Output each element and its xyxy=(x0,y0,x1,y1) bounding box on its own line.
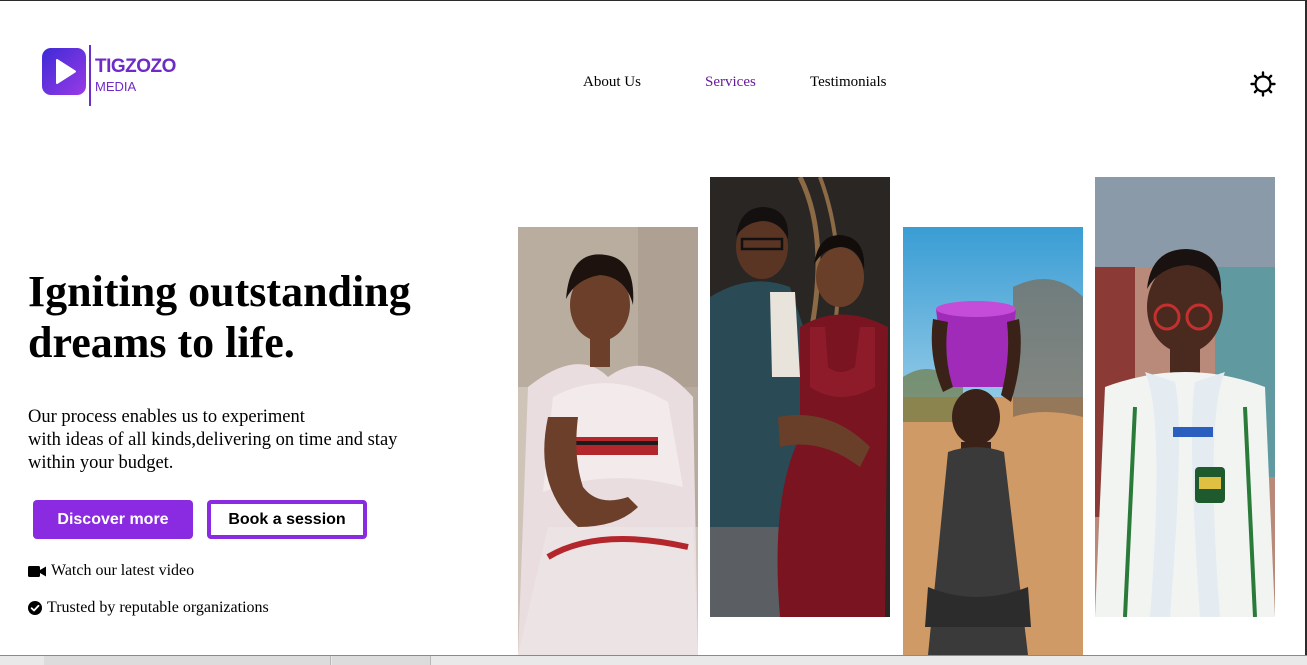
hero-subtext-line: within your budget. xyxy=(28,453,174,473)
hero-subtext: Our process enables us to experiment wit… xyxy=(28,406,458,475)
play-logo-icon xyxy=(42,48,86,95)
photo-couple-maternity xyxy=(710,177,890,617)
watch-video-link[interactable]: Watch our latest video xyxy=(28,562,194,580)
photo-woman-white-dress xyxy=(518,227,698,655)
trusted-note: Trusted by reputable organizations xyxy=(28,599,269,617)
hero-subtext-line: with ideas of all kinds,delivering on ti… xyxy=(28,430,398,450)
photo-child-carrying-bucket xyxy=(903,227,1083,655)
nav-services[interactable]: Services xyxy=(705,74,756,91)
brand-logo[interactable]: TIGZOZO MEDIA xyxy=(42,45,182,107)
brand-name: TIGZOZO xyxy=(95,56,176,77)
watch-video-label: Watch our latest video xyxy=(51,562,195,579)
brand-subname: MEDIA xyxy=(95,79,137,94)
window-top-border xyxy=(0,0,1307,1)
video-camera-icon xyxy=(28,565,46,577)
photo-student-uniform xyxy=(1095,177,1275,617)
trusted-label: Trusted by reputable organizations xyxy=(47,599,269,616)
sun-icon[interactable] xyxy=(1250,71,1276,97)
discover-more-button[interactable]: Discover more xyxy=(33,500,193,539)
check-circle-icon xyxy=(28,601,42,615)
hero-subtext-line: Our process enables us to experiment xyxy=(28,407,305,427)
hero-headline: Igniting outstanding dreams to life. xyxy=(28,267,411,367)
nav-testimonials[interactable]: Testimonials xyxy=(810,74,886,91)
logo-divider xyxy=(89,45,91,106)
book-session-button[interactable]: Book a session xyxy=(207,500,367,539)
nav-about-us[interactable]: About Us xyxy=(583,74,641,91)
